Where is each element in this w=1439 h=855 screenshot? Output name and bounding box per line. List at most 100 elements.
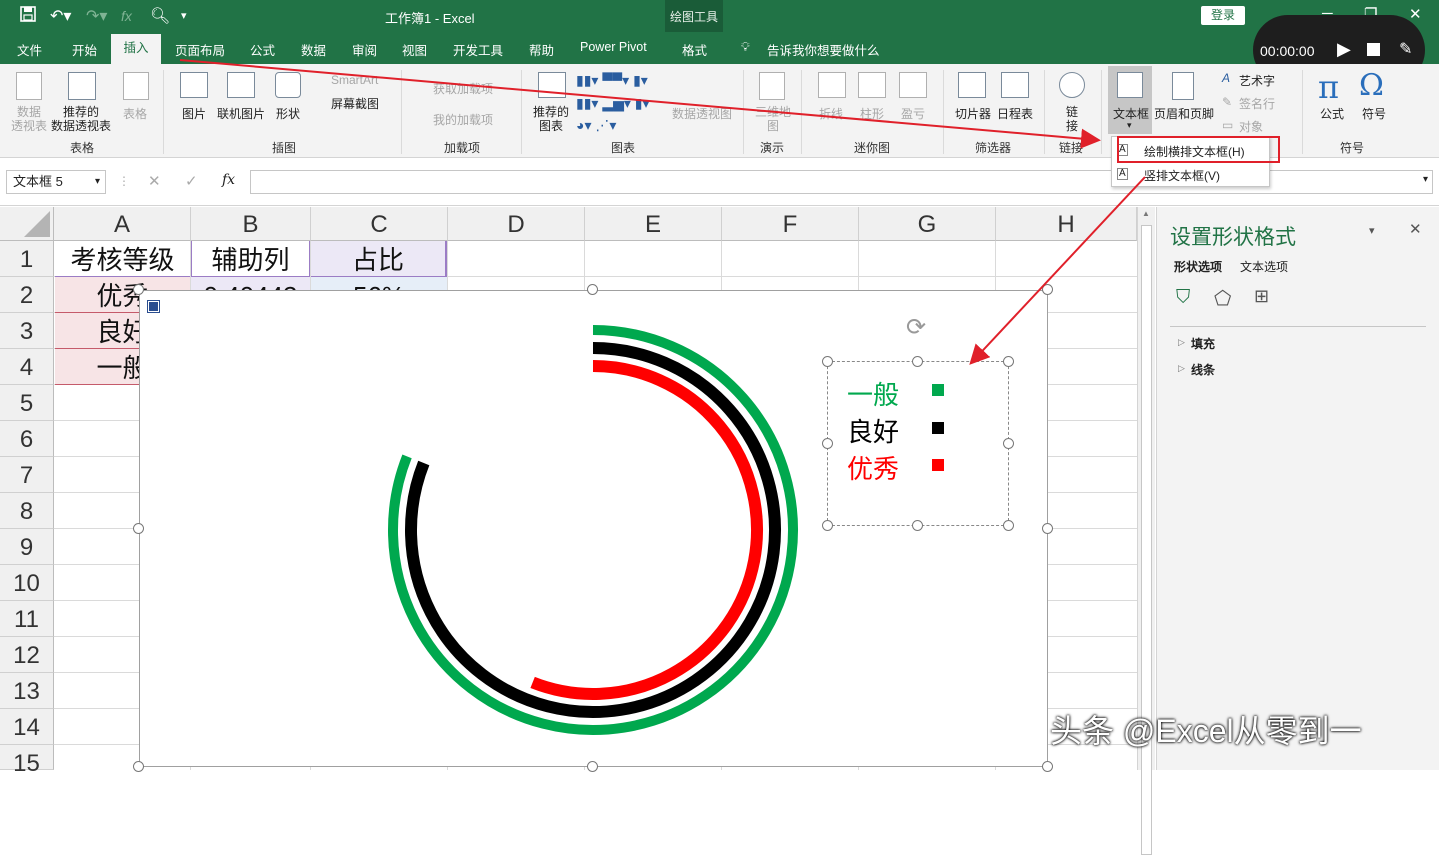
tab-page-layout[interactable]: 页面布局 — [175, 40, 225, 59]
textbox-handle[interactable] — [1003, 438, 1014, 449]
screenshot-button[interactable]: 屏幕截图 — [331, 95, 379, 112]
ring-arc-1[interactable] — [388, 325, 798, 735]
row-header[interactable]: 11 — [0, 601, 54, 637]
print-preview-icon[interactable]: 🔍︎ — [150, 6, 170, 26]
resize-handle[interactable] — [587, 761, 598, 772]
row-header[interactable]: 1 — [0, 241, 54, 277]
recommended-pivot-button[interactable]: 推荐的 数据透视表 — [51, 105, 111, 133]
timeline-button[interactable]: 日程表 — [997, 105, 1033, 122]
row-header[interactable]: 10 — [0, 565, 54, 601]
row-header[interactable]: 15 — [0, 745, 54, 777]
column-header-b[interactable]: B — [191, 207, 311, 241]
tab-file[interactable]: 文件 — [17, 40, 42, 59]
tab-formulas[interactable]: 公式 — [250, 40, 275, 59]
row-header[interactable]: 9 — [0, 529, 54, 565]
column-header-g[interactable]: G — [859, 207, 996, 241]
tab-text-options[interactable]: 文本选项 — [1240, 258, 1288, 275]
resize-handle[interactable] — [1042, 761, 1053, 772]
row-header[interactable]: 4 — [0, 349, 54, 385]
resize-handle[interactable] — [1042, 284, 1053, 295]
textbox-handle[interactable] — [912, 356, 923, 367]
section-fill[interactable]: 填充 — [1191, 335, 1215, 352]
play-icon[interactable]: ▶ — [1337, 39, 1351, 60]
chevron-down-icon[interactable]: ▾ — [95, 171, 100, 193]
wordart-button[interactable]: 艺术字 — [1239, 72, 1275, 89]
row-header[interactable]: 7 — [0, 457, 54, 493]
menu-item-vertical-textbox[interactable]: 竖排文本框(V) — [1144, 167, 1220, 184]
row-header[interactable]: 8 — [0, 493, 54, 529]
tab-help[interactable]: 帮助 — [529, 40, 554, 59]
equation-button[interactable]: 公式 — [1320, 105, 1344, 122]
textbox-handle[interactable] — [822, 520, 833, 531]
column-header-e[interactable]: E — [585, 207, 722, 241]
textbox-handle[interactable] — [822, 438, 833, 449]
tab-home[interactable]: 开始 — [72, 40, 97, 59]
row-header[interactable]: 13 — [0, 673, 54, 709]
close-window-icon[interactable]: ✕ — [1409, 5, 1422, 23]
tell-me-search[interactable]: 告诉我你想要做什么 — [767, 40, 880, 59]
row-header[interactable]: 2 — [0, 277, 54, 313]
cell-c1[interactable]: 占比 — [311, 241, 447, 277]
tab-power-pivot[interactable]: Power Pivot — [580, 40, 647, 54]
stop-icon[interactable] — [1367, 43, 1380, 56]
cell-b1[interactable]: 辅助列 — [191, 241, 310, 277]
column-chart-icon[interactable]: ▮▮▾ ▀▀▾ ▮▾ — [576, 72, 648, 89]
line-chart-icon[interactable]: ▮▮▾ ▂▅▾ ▮▾ — [576, 95, 650, 112]
ring-arc-3[interactable] — [530, 360, 763, 700]
wordart-icon[interactable]: A — [1222, 71, 1230, 85]
row-header[interactable]: 6 — [0, 421, 54, 457]
vertical-scrollbar[interactable]: ▲ — [1137, 207, 1155, 855]
undo-icon[interactable]: ↶▾ — [50, 6, 71, 26]
expand-icon[interactable]: ▷ — [1178, 337, 1185, 348]
size-properties-icon[interactable]: ⊞ — [1254, 286, 1269, 307]
resize-handle[interactable] — [587, 284, 598, 295]
rotate-handle-icon[interactable]: ⟳ — [906, 313, 926, 342]
header-footer-button[interactable]: 页眉和页脚 — [1154, 105, 1214, 122]
column-header-d[interactable]: D — [448, 207, 585, 241]
save-icon[interactable] — [20, 6, 36, 27]
shapes-button[interactable]: 形状 — [276, 105, 300, 122]
expand-icon[interactable]: ▷ — [1178, 363, 1185, 374]
insert-function-button[interactable]: fx — [222, 172, 235, 188]
cell-a1[interactable]: 考核等级 — [55, 241, 190, 277]
link-button[interactable]: 链 接 — [1066, 105, 1078, 133]
close-pane-icon[interactable]: ✕ — [1409, 220, 1422, 238]
online-pictures-button[interactable]: 联机图片 — [217, 105, 265, 122]
pane-options-icon[interactable]: ▾ — [1369, 224, 1375, 237]
resize-handle[interactable] — [1042, 523, 1053, 534]
recommended-charts-button[interactable]: 推荐的 图表 — [533, 105, 569, 133]
login-button[interactable]: 登录 — [1201, 6, 1245, 25]
pen-icon[interactable]: ✎ — [1399, 39, 1412, 59]
column-header-h[interactable]: H — [996, 207, 1137, 241]
column-header-a[interactable]: A — [54, 207, 191, 241]
textbox-handle[interactable] — [1003, 520, 1014, 531]
name-box[interactable]: 文本框 5 ▾ — [6, 170, 106, 194]
column-header-f[interactable]: F — [722, 207, 859, 241]
textbox-handle[interactable] — [822, 356, 833, 367]
pictures-button[interactable]: 图片 — [182, 105, 206, 122]
legend-textbox[interactable]: 一般 良好 优秀 — [827, 361, 1009, 526]
tab-developer[interactable]: 开发工具 — [453, 40, 503, 59]
ring-arc-2[interactable] — [405, 342, 781, 718]
resize-handle[interactable] — [133, 761, 144, 772]
scroll-thumb[interactable] — [1141, 225, 1152, 855]
customize-qat-icon[interactable]: ▾ — [181, 9, 187, 22]
row-header[interactable]: 5 — [0, 385, 54, 421]
resize-handle[interactable] — [133, 284, 144, 295]
row-header[interactable]: 14 — [0, 709, 54, 745]
tab-data[interactable]: 数据 — [301, 40, 326, 59]
select-all-corner[interactable] — [0, 207, 54, 241]
fill-line-icon[interactable]: ⛉ — [1176, 287, 1190, 309]
slicer-button[interactable]: 切片器 — [955, 105, 991, 122]
column-header-c[interactable]: C — [311, 207, 448, 241]
tab-format[interactable]: 格式 — [682, 40, 707, 59]
textbox-handle[interactable] — [912, 520, 923, 531]
tab-shape-options[interactable]: 形状选项 — [1174, 258, 1222, 275]
expand-formula-icon[interactable]: ▾ — [1423, 174, 1428, 185]
pie-chart-icon[interactable]: ◕▾ ⋰▾ — [576, 117, 616, 134]
symbol-button[interactable]: 符号 — [1362, 105, 1386, 122]
resize-handle[interactable] — [133, 523, 144, 534]
row-header[interactable]: 3 — [0, 313, 54, 349]
tab-view[interactable]: 视图 — [402, 40, 427, 59]
textbox-dropdown-icon[interactable]: ▾ — [1127, 120, 1132, 131]
